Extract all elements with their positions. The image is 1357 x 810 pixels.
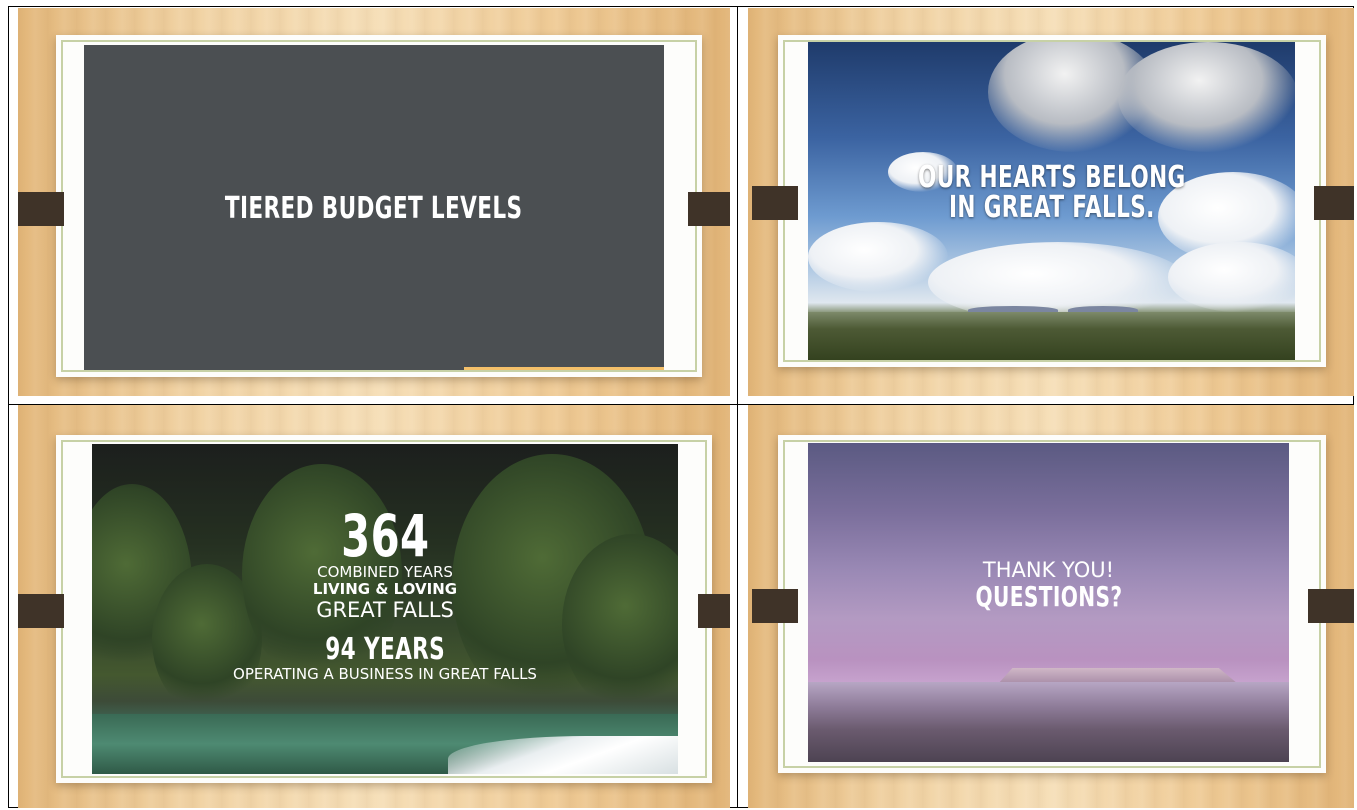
slide-title-line-1: OUR HEARTS BELONG xyxy=(917,160,1186,195)
questions-text: QUESTIONS? xyxy=(975,580,1122,613)
accent-bar xyxy=(464,367,664,372)
frame-tab-left xyxy=(18,192,64,226)
closing-text: THANK YOU! QUESTIONS? xyxy=(947,558,1151,611)
prairie xyxy=(808,682,1289,762)
slide-thumbnail-4[interactable]: THANK YOU! QUESTIONS? xyxy=(748,405,1354,808)
stat-line-4: OPERATING A BUSINESS IN GREAT FALLS xyxy=(233,664,537,683)
column-divider xyxy=(737,7,738,807)
cloud xyxy=(1168,242,1295,312)
slide-thumbnail-1[interactable]: TIERED BUDGET LEVELS xyxy=(18,8,730,396)
slide-title-line-2: IN GREAT FALLS. xyxy=(948,190,1155,225)
slide-thumbnail-3[interactable]: 364 COMBINED YEARS LIVING & LOVING GREAT… xyxy=(18,405,730,808)
frame-tab-right xyxy=(1308,589,1354,623)
stats-block: 364 COMBINED YEARS LIVING & LOVING GREAT… xyxy=(233,501,537,683)
slide-content: TIERED BUDGET LEVELS xyxy=(84,45,664,372)
stat-line-3: GREAT FALLS xyxy=(316,597,454,622)
city-landscape xyxy=(808,312,1295,360)
frame-tab-left xyxy=(18,594,64,628)
frame-tab-right xyxy=(698,594,730,628)
years-heading: 94 YEARS xyxy=(325,631,445,667)
frame-tab-right xyxy=(1314,186,1354,220)
frame-tab-left xyxy=(752,589,798,623)
sky-photo: OUR HEARTS BELONG IN GREAT FALLS. xyxy=(808,42,1295,360)
slide-thumbnail-2[interactable]: OUR HEARTS BELONG IN GREAT FALLS. xyxy=(748,8,1354,396)
cloud xyxy=(928,242,1188,322)
slide-title: TIERED BUDGET LEVELS xyxy=(225,191,523,226)
cloud xyxy=(1118,42,1295,152)
big-number: 364 xyxy=(340,501,430,570)
park-photo: 364 COMBINED YEARS LIVING & LOVING GREAT… xyxy=(92,444,678,774)
frame-tab-right xyxy=(688,192,730,226)
stat-line-2: LIVING & LOVING xyxy=(312,579,458,598)
prairie-photo: THANK YOU! QUESTIONS? xyxy=(808,443,1289,762)
frame-tab-left xyxy=(752,186,798,220)
cloud xyxy=(808,222,948,292)
